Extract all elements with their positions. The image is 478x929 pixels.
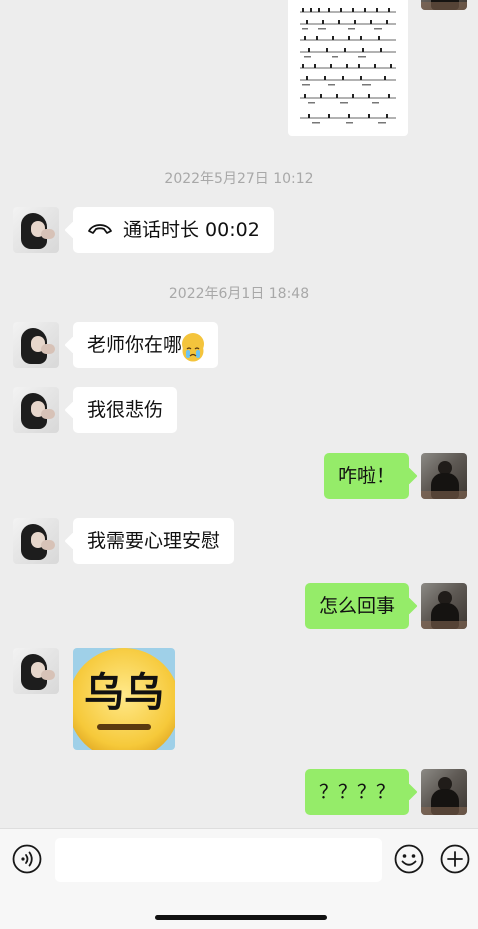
sheet-music-image[interactable] [288, 0, 408, 136]
message-input[interactable] [55, 838, 382, 882]
timestamp: 2022年5月27日 10:12 [164, 171, 314, 187]
sent-message-bubble[interactable]: 咋啦！ [323, 453, 409, 499]
self-avatar[interactable] [421, 453, 467, 499]
message-text: ？？？？ [318, 781, 395, 803]
call-duration-text: 通话时长 00:02 [123, 219, 260, 241]
input-bar [0, 828, 478, 929]
sheet-music-graphic [300, 8, 396, 124]
message-text: 我很悲伤 [87, 399, 164, 421]
sticker-graphic: 乌乌 [73, 648, 175, 750]
phone-icon [87, 206, 113, 252]
sent-message-bubble[interactable]: 怎么回事 [304, 583, 409, 629]
emoji-icon [394, 844, 424, 874]
more-button[interactable] [440, 844, 470, 874]
self-avatar[interactable] [421, 769, 467, 815]
message-text: 怎么回事 [318, 595, 395, 617]
message-text: 老师你在哪 [87, 334, 183, 356]
self-avatar[interactable] [421, 583, 467, 629]
message-bubble[interactable]: 我很悲伤 [73, 387, 178, 433]
contact-avatar[interactable] [13, 207, 59, 253]
crying-emoji-icon [182, 332, 205, 361]
contact-avatar[interactable] [13, 648, 59, 694]
message-text: 咋啦！ [337, 465, 395, 487]
call-record-bubble[interactable]: 通话时长 00:02 [73, 207, 274, 253]
chat-area[interactable]: 2022年5月27日 10:12 通话时长 00:02 2022年6月1日 18… [0, 0, 478, 828]
plus-icon [440, 844, 470, 874]
sticker-image[interactable]: 乌乌 [73, 648, 175, 750]
voice-button[interactable] [12, 844, 42, 874]
message-bubble[interactable]: 我需要心理安慰 [73, 518, 235, 564]
contact-avatar[interactable] [13, 322, 59, 368]
voice-icon [12, 844, 42, 874]
home-indicator[interactable] [155, 915, 327, 920]
self-avatar[interactable] [421, 0, 467, 10]
contact-avatar[interactable] [13, 518, 59, 564]
sent-message-bubble[interactable]: ？？？？ [304, 769, 409, 815]
emoji-button[interactable] [394, 844, 424, 874]
sticker-text: 乌乌 [84, 670, 164, 716]
contact-avatar[interactable] [13, 387, 59, 433]
timestamp: 2022年6月1日 18:48 [168, 286, 310, 302]
message-text: 我需要心理安慰 [87, 530, 221, 552]
message-bubble[interactable]: 老师你在哪 [73, 322, 219, 368]
